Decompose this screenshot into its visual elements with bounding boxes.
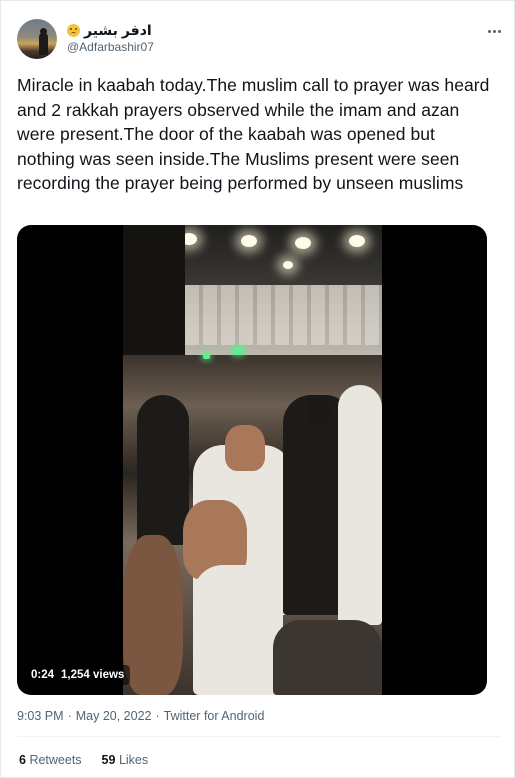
video-views: 1,254 views	[61, 669, 125, 681]
video-duration: 0:24	[31, 669, 55, 681]
retweets-stat[interactable]: 6 Retweets	[19, 753, 82, 767]
divider	[17, 736, 500, 737]
avatar[interactable]	[17, 19, 57, 59]
name-row[interactable]: ادفر بشير	[67, 21, 152, 39]
more-options-icon[interactable]	[484, 25, 504, 37]
tweet-text: Miracle in kaabah today.The muslim call …	[17, 75, 490, 193]
slightly-frowning-face-icon	[67, 23, 80, 37]
user-handle[interactable]: @Adfarbashir07	[67, 40, 154, 54]
likes-stat[interactable]: 59 Likes	[102, 753, 149, 767]
tweet-date[interactable]: May 20, 2022	[76, 709, 152, 723]
avatar-figure-body	[39, 33, 48, 55]
video-player[interactable]: 0:24 1,254 views	[17, 225, 487, 695]
tweet-card: ادفر بشير @Adfarbashir07 Miracle in kaab…	[0, 0, 515, 778]
likes-count: 59	[101, 753, 116, 767]
display-name[interactable]: ادفر بشير	[84, 22, 152, 39]
tweet-header: ادفر بشير @Adfarbashir07	[17, 17, 504, 61]
tweet-meta: 9:03 PM · May 20, 2022 · Twitter for And…	[17, 709, 264, 723]
meta-separator: ·	[67, 709, 72, 723]
meta-separator: ·	[155, 709, 160, 723]
tweet-source[interactable]: Twitter for Android	[164, 709, 265, 723]
video-stats-badge: 0:24 1,254 views	[25, 665, 131, 685]
video-frame	[123, 225, 382, 695]
retweets-label: Retweets	[29, 753, 82, 767]
tweet-time[interactable]: 9:03 PM	[17, 709, 64, 723]
likes-label: Likes	[118, 753, 149, 767]
retweets-count: 6	[19, 753, 26, 767]
engagement-stats: 6 Retweets 59 Likes	[19, 753, 148, 767]
